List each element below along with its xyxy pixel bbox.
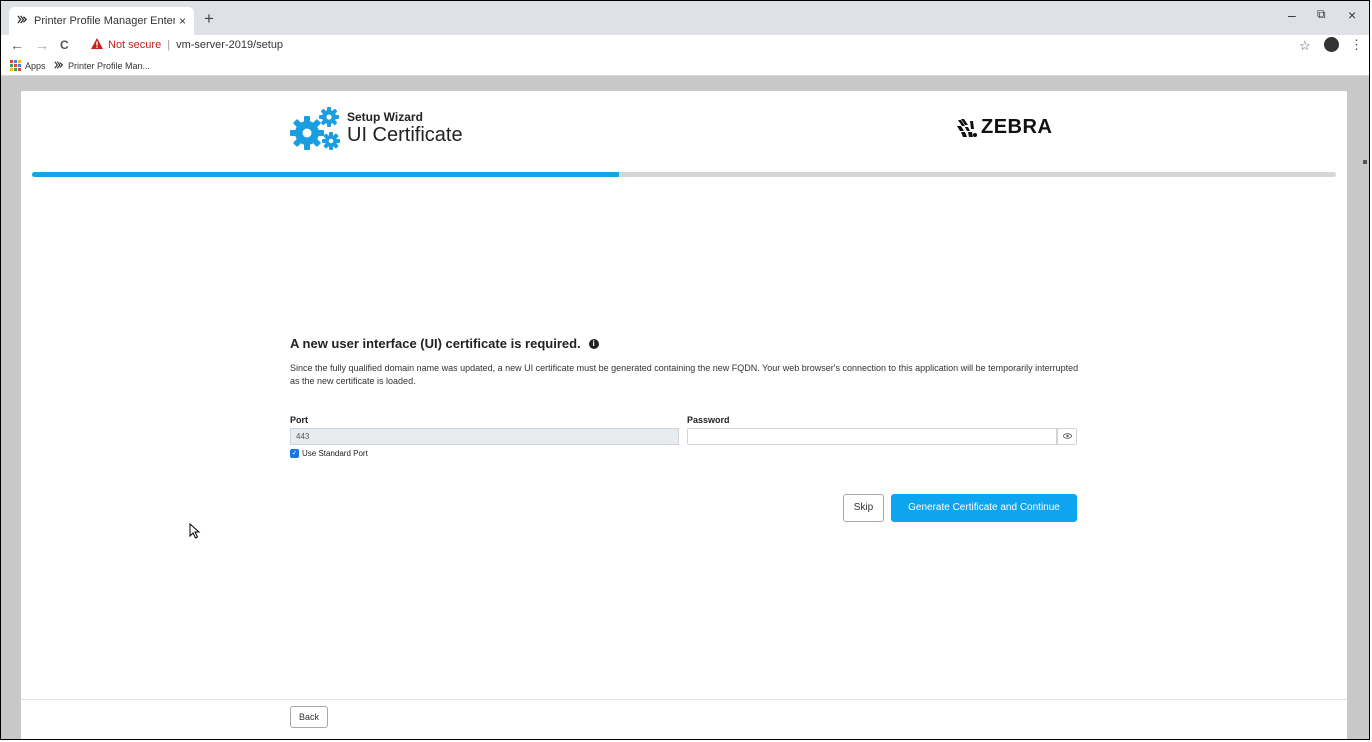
security-status[interactable]: Not secure	[108, 39, 161, 51]
footer-divider	[21, 699, 1347, 700]
bookmark-label: Printer Profile Man...	[68, 61, 151, 71]
eye-icon	[1062, 433, 1072, 439]
forward-arrow-icon[interactable]: →	[35, 37, 49, 53]
heading-text: A new user interface (UI) certificate is…	[290, 336, 581, 351]
reload-icon[interactable]: C	[60, 38, 69, 52]
certificate-panel: A new user interface (UI) certificate is…	[290, 336, 1080, 522]
section-heading: A new user interface (UI) certificate is…	[290, 336, 1080, 351]
wizard-progress-fill	[32, 172, 619, 177]
address-bar[interactable]: Not secure | vm-server-2019/setup	[91, 38, 283, 52]
zebra-logo: ZEBRA	[956, 116, 1052, 139]
bookmark-apps[interactable]: Apps	[10, 60, 46, 71]
window-close-icon[interactable]: ×	[1348, 7, 1356, 23]
tab-close-icon[interactable]: ×	[179, 14, 186, 28]
restore-icon[interactable]: ⧉	[1317, 7, 1326, 22]
url-separator: |	[167, 39, 171, 51]
info-icon[interactable]: i	[588, 338, 599, 349]
profile-avatar-icon[interactable]	[1324, 37, 1339, 52]
skip-button[interactable]: Skip	[843, 494, 884, 522]
wizard-header: Setup Wizard UI Certificate ZEBRA	[21, 91, 1347, 173]
minimize-icon[interactable]: –	[1288, 7, 1296, 23]
checkbox-label: Use Standard Port	[302, 449, 368, 458]
mouse-cursor-icon	[189, 523, 201, 539]
tab-title: Printer Profile Manager Enterpris	[34, 15, 175, 27]
more-menu-icon[interactable]: ⋮	[1350, 37, 1363, 53]
apps-grid-icon	[10, 60, 21, 71]
bookmarks-bar: Apps Printer Profile Man...	[1, 57, 1369, 76]
zebra-favicon-icon	[54, 60, 64, 72]
wizard-label: Setup Wizard	[347, 110, 423, 124]
password-label: Password	[687, 415, 730, 425]
scrollbar-arrow-icon[interactable]	[1363, 160, 1367, 164]
browser-toolbar: ← → C Not secure | vm-server-2019/setup …	[1, 35, 1369, 57]
bookmark-label: Apps	[25, 60, 46, 71]
port-label: Port	[290, 415, 308, 425]
page-viewport: Setup Wizard UI Certificate ZEBRA A new …	[1, 76, 1369, 739]
new-tab-icon[interactable]: +	[204, 9, 214, 29]
back-arrow-icon[interactable]: ←	[10, 37, 24, 53]
wizard-progress-bar	[32, 172, 1336, 177]
standard-port-checkbox[interactable]: ✓	[290, 449, 299, 458]
warning-triangle-icon	[91, 38, 103, 52]
description-text: Since the fully qualified domain name wa…	[290, 363, 1079, 386]
generate-certificate-button[interactable]: Generate Certificate and Continue	[891, 494, 1077, 522]
bookmark-star-icon[interactable]: ☆	[1299, 38, 1311, 54]
gears-icon	[290, 107, 340, 150]
browser-window: Printer Profile Manager Enterpris × + – …	[0, 0, 1370, 740]
tab-strip: Printer Profile Manager Enterpris × + – …	[1, 1, 1369, 35]
browser-tab[interactable]: Printer Profile Manager Enterpris ×	[9, 7, 194, 35]
zebra-favicon-icon	[17, 14, 28, 28]
zebra-head-icon	[957, 118, 977, 137]
port-input[interactable]: 443	[290, 428, 679, 445]
wizard-page: Setup Wizard UI Certificate ZEBRA A new …	[21, 91, 1347, 739]
brand-name: ZEBRA	[981, 116, 1053, 138]
password-input[interactable]	[687, 428, 1057, 445]
show-password-button[interactable]	[1057, 428, 1077, 445]
page-title: UI Certificate	[347, 124, 463, 146]
url-text[interactable]: vm-server-2019/setup	[176, 39, 283, 51]
bookmark-printer-profile[interactable]: Printer Profile Man...	[54, 60, 150, 72]
back-button[interactable]: Back	[290, 706, 328, 728]
standard-port-option[interactable]: ✓ Use Standard Port	[290, 449, 368, 458]
